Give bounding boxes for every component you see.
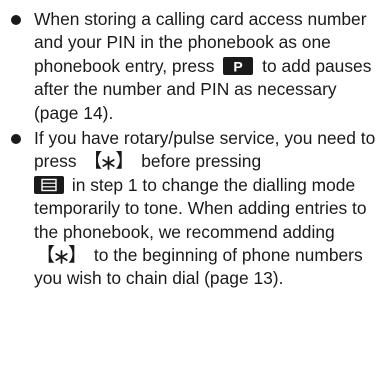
bullet-icon — [11, 134, 21, 145]
phonebook-key-icon — [34, 175, 64, 194]
note-list: When storing a calling card access numbe… — [10, 8, 378, 291]
pause-key-icon: P — [223, 56, 254, 75]
instruction-page: When storing a calling card access numbe… — [0, 0, 384, 381]
bullet-icon — [11, 15, 21, 25]
list-item: If you have rotary/pulse service, you ne… — [10, 127, 378, 291]
star-key-icon: 【】 — [83, 151, 135, 173]
star-key-icon: 【】 — [36, 245, 88, 267]
pause-key-label: P — [234, 58, 243, 74]
list-item: When storing a calling card access numbe… — [10, 8, 378, 125]
item-text-mid: before pressing — [141, 151, 262, 172]
item-text-mid2: in step 1 to change the dialling mode te… — [34, 174, 367, 242]
